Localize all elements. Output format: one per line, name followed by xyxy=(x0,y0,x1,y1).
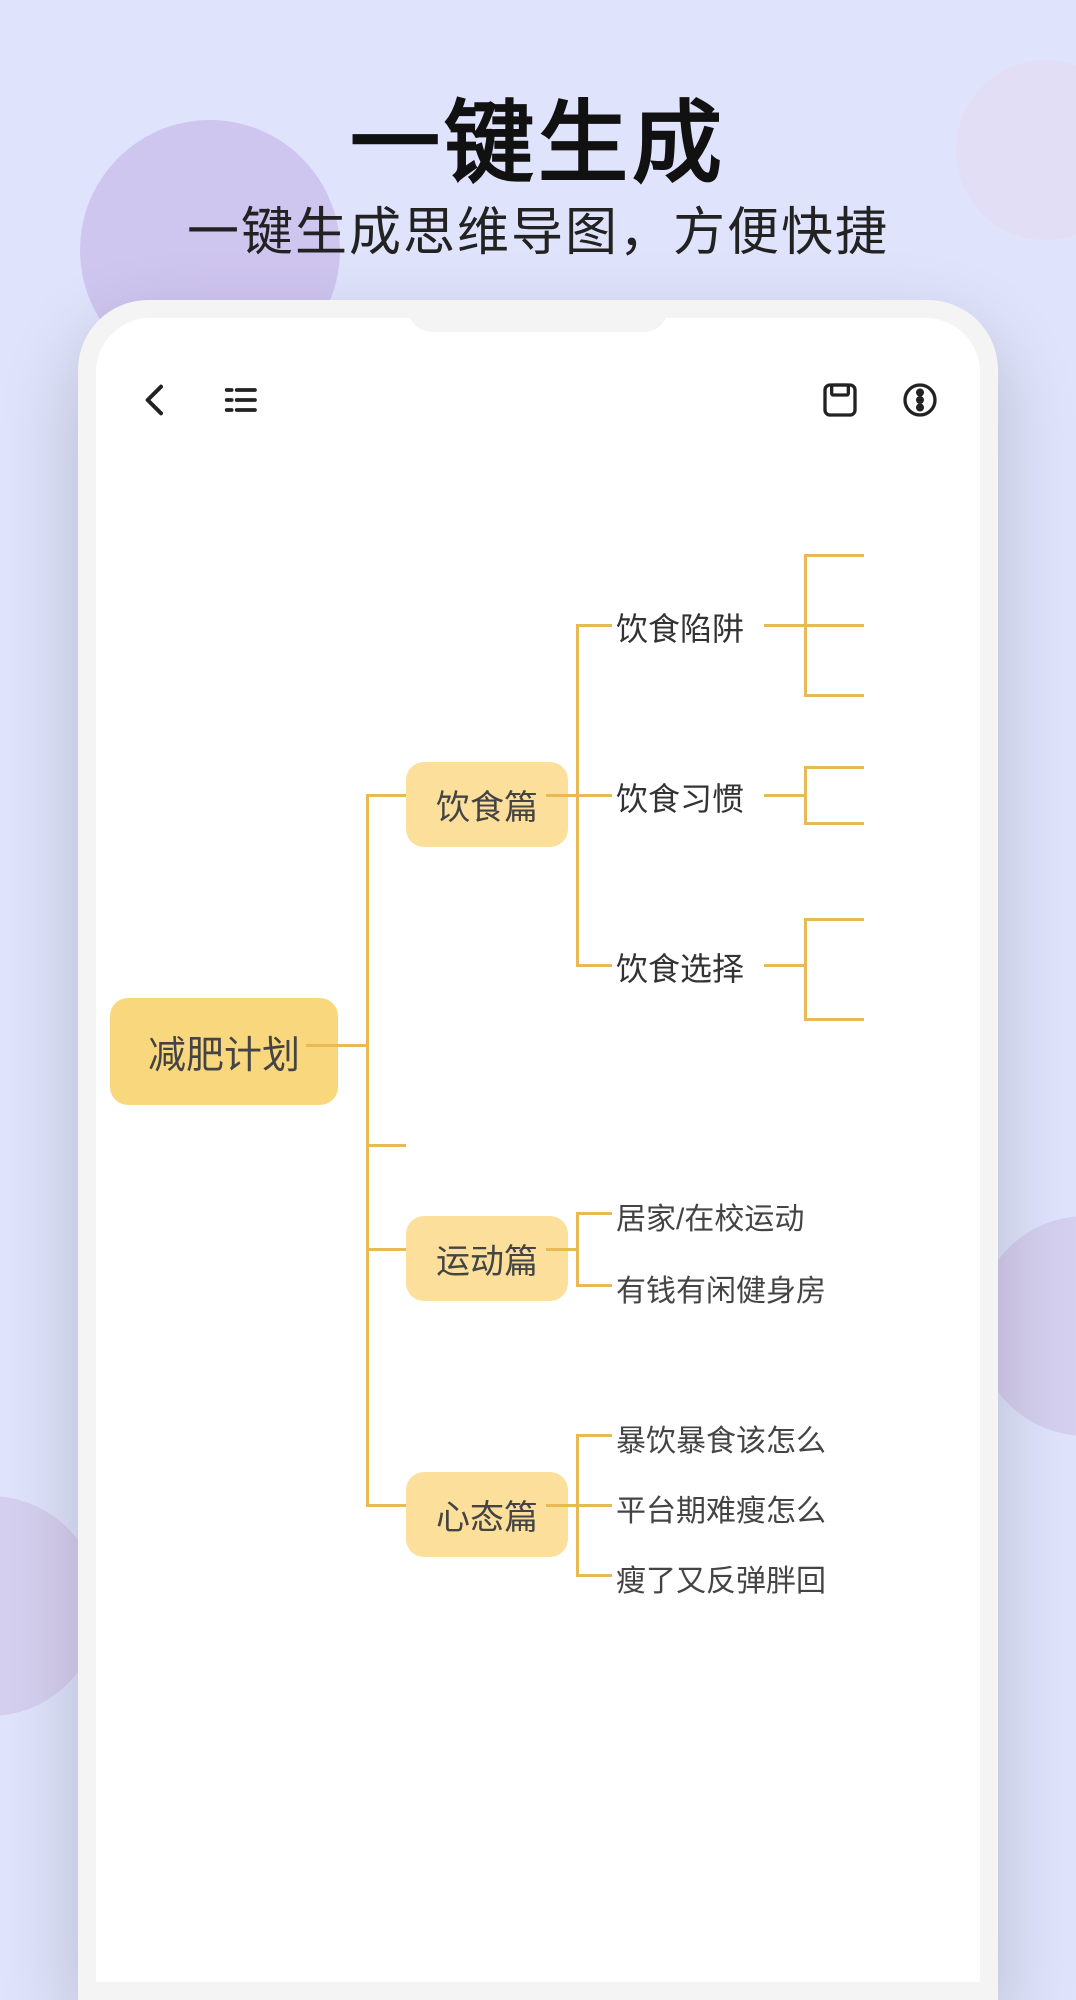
connector xyxy=(804,766,864,769)
connector xyxy=(764,964,804,967)
node-label: 居家/在校运动 xyxy=(616,1194,804,1238)
promo-subheadline: 一键生成思维导图，方便快捷 xyxy=(0,190,1076,265)
outline-icon[interactable] xyxy=(220,380,260,420)
connector xyxy=(576,624,612,627)
connector xyxy=(366,1144,406,1147)
connector xyxy=(306,1044,366,1047)
node-label: 运动篇 xyxy=(436,1234,538,1283)
connector xyxy=(576,794,612,797)
mindmap-branch-node[interactable]: 饮食篇 xyxy=(406,762,568,847)
connector xyxy=(576,1434,612,1437)
mindmap-branch-node[interactable]: 运动篇 xyxy=(406,1216,568,1301)
connector xyxy=(764,794,804,797)
connector xyxy=(764,624,804,627)
connector xyxy=(804,554,864,557)
connector xyxy=(366,1144,369,1248)
mindmap-leaf-node[interactable]: 有钱有闲健身房 xyxy=(616,1266,826,1310)
connector xyxy=(804,918,807,1018)
connector xyxy=(576,1574,612,1577)
connector xyxy=(804,694,864,697)
mindmap-branch-node[interactable]: 心态篇 xyxy=(406,1472,568,1557)
node-label: 暴饮暴食该怎么 xyxy=(616,1416,826,1460)
node-label: 有钱有闲健身房 xyxy=(616,1266,826,1310)
connector xyxy=(546,1248,576,1251)
connector xyxy=(576,1212,612,1215)
phone-frame: 减肥计划 饮食篇 饮食陷阱 xyxy=(78,300,998,2000)
mindmap-leaf-node[interactable]: 饮食陷阱 xyxy=(616,604,744,650)
connector xyxy=(366,1504,406,1507)
connector xyxy=(804,624,864,627)
connector xyxy=(804,766,807,822)
node-label: 饮食选择 xyxy=(616,944,744,990)
connector xyxy=(546,794,576,797)
node-label: 平台期难瘦怎么 xyxy=(616,1486,826,1530)
app-screen: 减肥计划 饮食篇 饮食陷阱 xyxy=(96,318,980,1982)
mindmap-canvas[interactable]: 减肥计划 饮食篇 饮食陷阱 xyxy=(96,498,980,1982)
connector xyxy=(546,1504,576,1507)
connector xyxy=(576,1284,612,1287)
connector xyxy=(804,918,864,921)
node-label: 饮食陷阱 xyxy=(616,604,744,650)
node-label: 心态篇 xyxy=(436,1490,538,1539)
connector xyxy=(366,1248,406,1251)
node-label: 减肥计划 xyxy=(148,1024,300,1079)
connector xyxy=(576,1504,612,1507)
mindmap-leaf-node[interactable]: 平台期难瘦怎么 xyxy=(616,1486,826,1530)
connector xyxy=(804,1018,864,1021)
mindmap-leaf-node[interactable]: 饮食习惯 xyxy=(616,774,744,820)
connector xyxy=(804,822,864,825)
mindmap-leaf-node[interactable]: 饮食选择 xyxy=(616,944,744,990)
phone-notch xyxy=(408,300,668,332)
node-label: 饮食习惯 xyxy=(616,774,744,820)
node-label: 瘦了又反弹胖回 xyxy=(616,1556,826,1600)
more-icon[interactable] xyxy=(900,380,940,420)
mindmap-leaf-node[interactable]: 居家/在校运动 xyxy=(616,1194,804,1238)
connector xyxy=(576,964,612,967)
back-icon[interactable] xyxy=(136,380,176,420)
save-icon[interactable] xyxy=(820,380,860,420)
mindmap-leaf-node[interactable]: 暴饮暴食该怎么 xyxy=(616,1416,826,1460)
connector xyxy=(576,1212,579,1284)
top-toolbar xyxy=(136,370,940,430)
node-label: 饮食篇 xyxy=(436,780,538,829)
connector xyxy=(366,794,406,797)
mindmap-leaf-node[interactable]: 瘦了又反弹胖回 xyxy=(616,1556,826,1600)
promo-headline: 一键生成 xyxy=(0,70,1076,200)
mindmap-root-node[interactable]: 减肥计划 xyxy=(110,998,338,1105)
